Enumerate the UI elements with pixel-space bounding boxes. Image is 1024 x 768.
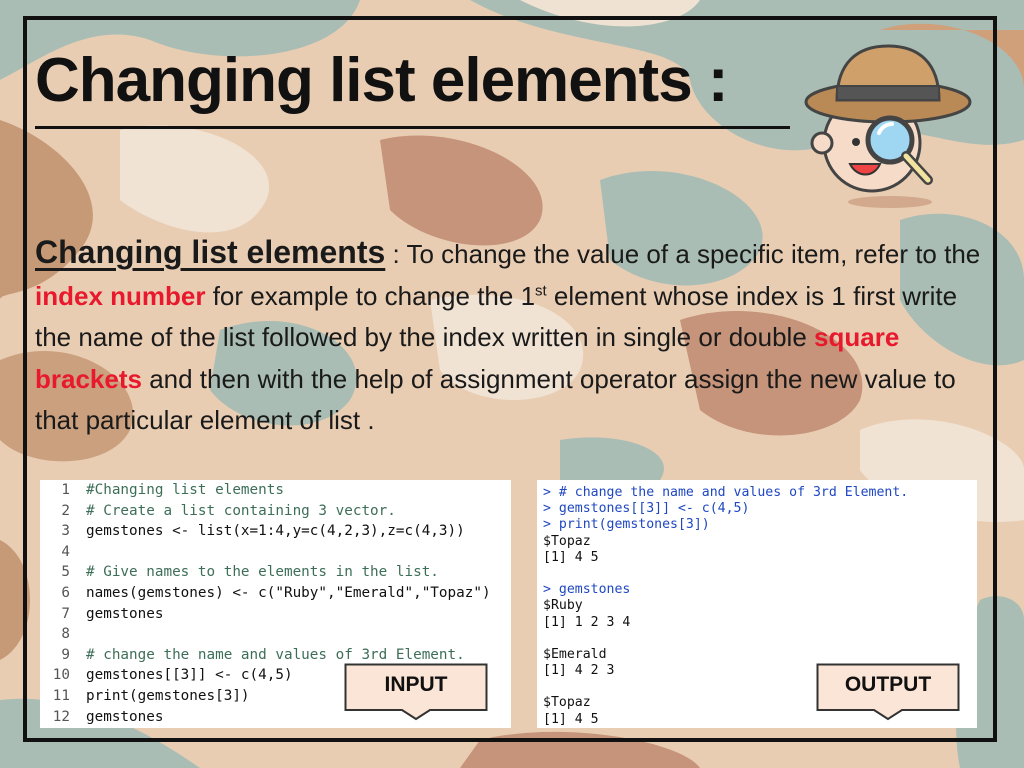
line-number: 5 [61, 564, 70, 581]
line-number: 6 [61, 584, 70, 601]
line-number: 3 [61, 523, 70, 540]
input-callout: INPUT [344, 663, 488, 721]
code-line: 5 # Give names to the elements in the lis… [40, 562, 491, 583]
code-text: # Create a list containing 3 vector. [86, 502, 396, 519]
code-text: gemstones[[3]] <- c(4,5) [86, 667, 293, 684]
line-number: 8 [61, 626, 70, 643]
console-line: > gemstones[[3]] <- c(4,5) [543, 501, 750, 517]
code-line: 6 names(gemstones) <- c("Ruby","Emerald",… [40, 583, 491, 604]
console-line: $Emerald [543, 646, 607, 662]
output-callout: OUTPUT [816, 663, 960, 721]
console-line: $Ruby [543, 598, 583, 614]
line-number: 9 [61, 646, 70, 663]
line-number: 1 [61, 482, 70, 498]
code-text: gemstones <- list(x=1:4,y=c(4,2,3),z=c(4… [86, 523, 465, 540]
code-text: #Changing list elements [86, 482, 284, 498]
code-text: # change the name and values of 3rd Elem… [86, 646, 465, 663]
code-line: 7 gemstones [40, 604, 491, 625]
line-number: 12 [52, 708, 70, 725]
sub-heading: Changing list elements [35, 234, 386, 270]
code-text: gemstones [86, 605, 164, 622]
console-line: $Topaz [543, 533, 591, 549]
body-text-2: for example to change the 1 [205, 280, 536, 311]
code-line: 3 gemstones <- list(x=1:4,y=c(4,2,3),z=c(… [40, 521, 491, 542]
title-underline [35, 126, 790, 129]
line-number: 2 [61, 502, 70, 519]
console-line: [1] 1 2 3 4 [543, 614, 631, 630]
code-text: names(gemstones) <- c("Ruby","Emerald","… [86, 584, 491, 601]
code-text: gemstones [86, 708, 164, 725]
code-text: # Give names to the elements in the list… [86, 564, 439, 581]
body-paragraph: Changing list elements : To change the v… [35, 232, 985, 442]
superscript-st: st [535, 281, 547, 299]
line-number: 4 [61, 543, 70, 560]
code-text: print(gemstones[3]) [86, 687, 250, 704]
output-label: OUTPUT [844, 673, 932, 696]
page-title: Changing list elements : [35, 46, 729, 115]
console-line: > print(gemstones[3]) [543, 517, 710, 533]
highlight-index-number: index number [35, 280, 206, 311]
input-label: INPUT [384, 673, 448, 696]
body-text-4: and then with the help of assignment ope… [35, 363, 956, 436]
line-number: 10 [52, 667, 70, 684]
line-number: 7 [61, 605, 70, 622]
line-number: 11 [52, 687, 70, 704]
code-line: 4 [40, 542, 491, 563]
console-line: [1] 4 5 [543, 549, 599, 565]
code-line: 1 #Changing list elements [40, 480, 491, 501]
code-line: 8 [40, 624, 491, 645]
body-text-1: : To change the value of a specific item… [385, 239, 981, 269]
console-line: > # change the name and values of 3rd El… [543, 485, 909, 500]
console-line: > gemstones [543, 582, 631, 598]
code-line: 2 # Create a list containing 3 vector. [40, 501, 491, 522]
detective-magnifier-icon [804, 44, 972, 208]
